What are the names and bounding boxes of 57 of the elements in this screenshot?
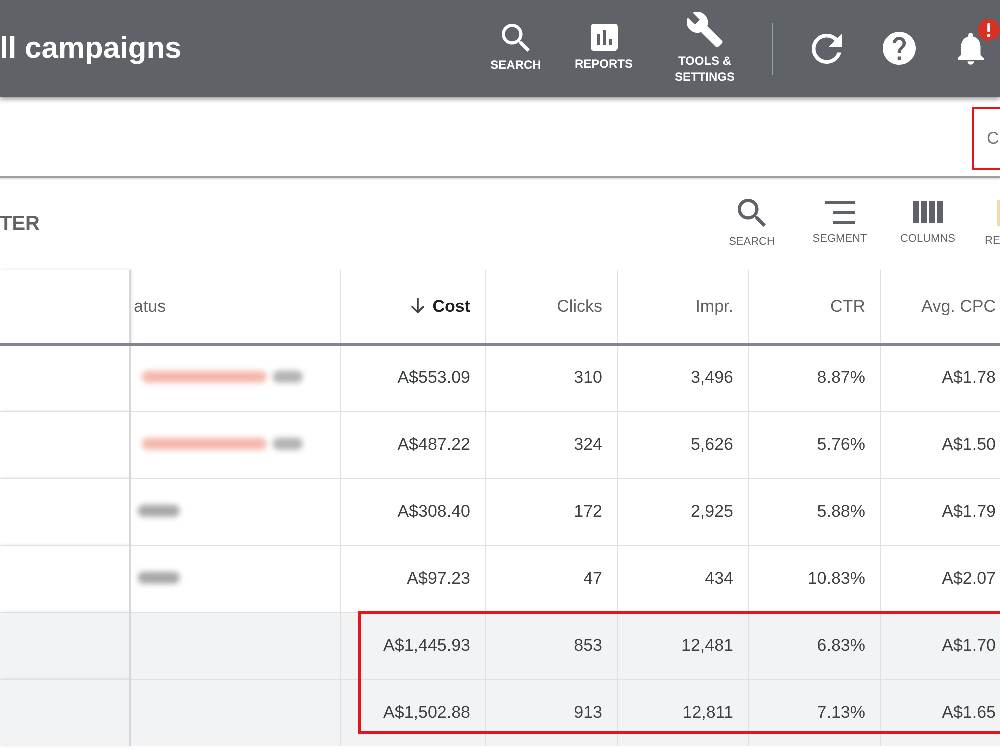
columns-button[interactable]: COLUMNS (886, 201, 970, 247)
bar-chart-icon (590, 24, 618, 52)
segment-lines-icon (825, 201, 855, 224)
table-cell: A$1,502.88 (340, 679, 485, 746)
help-button[interactable] (881, 30, 917, 66)
table-cell: 3,496 (617, 344, 748, 411)
table-cell: 6.83% (748, 612, 880, 679)
table-cell: A$1.70 (880, 612, 1000, 679)
table-cell: 5,626 (617, 411, 748, 478)
table-cell: 10.83% (748, 545, 880, 612)
table-cell: A$1.78 (880, 344, 1000, 411)
table-cell: A$308.40 (340, 478, 485, 545)
wrench-icon (687, 12, 723, 48)
table-cell: A$97.23 (340, 545, 485, 612)
table-cell: A$1.79 (880, 478, 1000, 545)
search-button[interactable]: SEARCH (476, 24, 556, 74)
field-label: C (987, 130, 1000, 147)
table-cell: A$487.22 (340, 411, 485, 478)
table-cell: A$1.65 (880, 679, 1000, 746)
columns-icon (913, 201, 943, 224)
table-cell: 853 (485, 612, 617, 679)
toolbar-button[interactable]: RE (982, 200, 1000, 248)
refresh-icon (812, 34, 842, 64)
table-cell: 12,481 (617, 612, 748, 679)
table-cell: 172 (485, 478, 617, 545)
help-icon (882, 32, 916, 65)
table-cell: 324 (485, 411, 617, 478)
column-header[interactable]: atus (134, 296, 166, 316)
search-icon (738, 198, 766, 227)
column-header[interactable]: CTR (830, 296, 866, 316)
segment-button[interactable]: SEGMENT (798, 201, 882, 247)
column-header[interactable]: Clicks (557, 296, 602, 316)
column-header[interactable]: Avg. CPC (922, 296, 996, 316)
table-cell: 5.76% (748, 411, 880, 478)
table-cell: 8.87% (748, 344, 880, 411)
table-cell: 2,925 (617, 478, 748, 545)
bell-icon (958, 32, 984, 64)
table-cell: 5.88% (748, 478, 880, 545)
search-button[interactable]: SEARCH (710, 198, 794, 250)
table-cell: A$1.50 (880, 411, 1000, 478)
table-cell: 12,811 (617, 679, 748, 746)
tools-settings-button[interactable]: TOOLS & SETTINGS (665, 12, 745, 86)
table-cell: A$2.07 (880, 545, 1000, 612)
table-cell: A$1,445.93 (340, 612, 485, 679)
column-header[interactable]: Cost (432, 296, 470, 316)
column-header[interactable]: Impr. (696, 296, 734, 316)
page-title: ll campaigns (0, 34, 182, 64)
search-icon (502, 24, 530, 52)
table-cell: 434 (617, 545, 748, 612)
table-cell: 7.13% (748, 679, 880, 746)
reports-button[interactable]: REPORTS (564, 24, 644, 73)
table-cell: 47 (485, 545, 617, 612)
table-cell: A$553.09 (340, 344, 485, 411)
cut-off-icon (997, 200, 1000, 226)
table-cell: 913 (485, 679, 617, 746)
toolbar-label: TER (0, 214, 40, 234)
table-cell: 310 (485, 344, 617, 411)
